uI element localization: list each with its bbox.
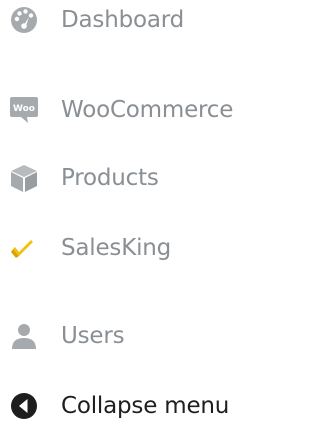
- woocommerce-icon: Woo: [6, 92, 42, 128]
- menu-item-users[interactable]: Users: [0, 316, 254, 356]
- menu-item-label: Dashboard: [61, 7, 184, 33]
- salesking-icon: [6, 230, 42, 266]
- collapse-arrow-icon: [6, 388, 42, 424]
- users-icon: [6, 318, 42, 354]
- menu-item-salesking[interactable]: SalesKing: [0, 228, 254, 268]
- menu-item-label: SalesKing: [61, 235, 172, 261]
- collapse-menu-label: Collapse menu: [61, 393, 230, 419]
- menu-item-products[interactable]: Products: [0, 158, 254, 198]
- products-box-icon: [6, 160, 42, 196]
- menu-item-label: WooCommerce: [61, 97, 234, 123]
- menu-item-label: Users: [61, 323, 125, 349]
- menu-item-label: Products: [61, 165, 159, 191]
- menu-item-dashboard[interactable]: Dashboard: [0, 0, 254, 40]
- menu-item-woocommerce[interactable]: Woo WooCommerce: [0, 90, 254, 130]
- dashboard-icon: [6, 2, 42, 38]
- woocommerce-badge-text: Woo: [13, 104, 35, 114]
- collapse-menu-button[interactable]: Collapse menu: [0, 386, 254, 425]
